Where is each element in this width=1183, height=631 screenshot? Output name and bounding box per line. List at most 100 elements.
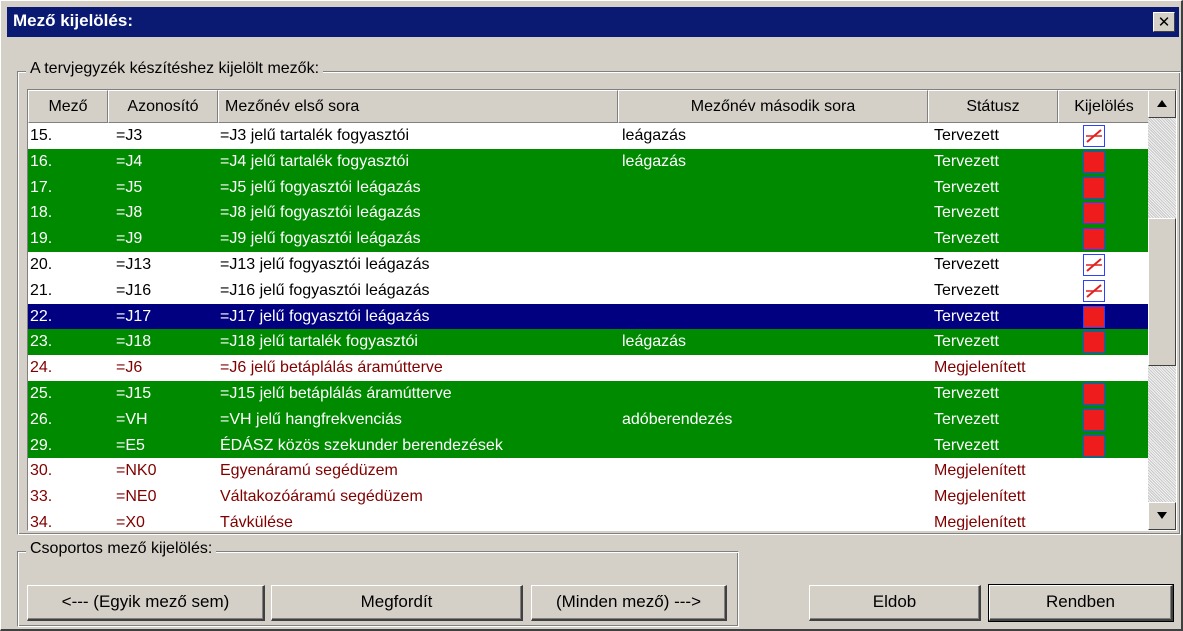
cell-field: 26. — [30, 410, 53, 428]
mark-unchecked-icon[interactable] — [1083, 125, 1105, 147]
cell-name1: =J5 jelű fogyasztói leágazás — [220, 178, 421, 196]
cell-name2: adóberendezés — [622, 410, 733, 428]
cell-name2 — [622, 226, 926, 252]
column-header-name1[interactable]: Mezőnév első sora — [218, 90, 618, 123]
table-row[interactable]: 33. =NE0 Váltakozóáramú segédüzem Megjelení… — [28, 484, 1150, 510]
mark-unchecked-icon[interactable] — [1083, 279, 1105, 302]
mark-checked-icon[interactable] — [1083, 331, 1105, 354]
table-row[interactable]: 20. =J13 =J13 jelű fogyasztói leágazás Terv… — [28, 251, 1150, 278]
table-row[interactable]: 17. =J5 =J5 jelű fogyasztói leágazás Tervez… — [28, 174, 1150, 201]
table-row[interactable]: 23. =J18 =J18 jelű tartalék fogyasztói leág… — [28, 329, 1150, 356]
cell-id: =J13 — [116, 255, 152, 273]
cell-id: =X0 — [116, 513, 145, 531]
dialog-title: Mező kijelölés: — [13, 11, 133, 30]
title-bar[interactable]: Mező kijelölés: ✕ — [7, 7, 1179, 37]
arrow-down-icon — [1157, 512, 1167, 519]
mark-unchecked-icon[interactable] — [1083, 253, 1105, 276]
cell-id: =NE0 — [116, 488, 157, 506]
cell-field: 17. — [30, 178, 53, 196]
column-header-mark[interactable]: Kijelölés — [1058, 90, 1150, 123]
cell-id: =E5 — [116, 436, 145, 454]
column-header-field[interactable]: Mező — [28, 90, 108, 123]
cell-name1: =VH jelű hangfrekvenciás — [220, 410, 402, 428]
mark-checked-icon[interactable] — [1083, 434, 1105, 457]
cell-name1: Távkülése — [220, 513, 293, 531]
cell-name2 — [622, 433, 926, 459]
mark-checked-icon[interactable] — [1083, 202, 1105, 225]
table-row[interactable]: 29. =E5 ÉDÁSZ közös szekunder berendezések… — [28, 432, 1150, 459]
column-header-id[interactable]: Azonosító — [108, 90, 218, 123]
close-button[interactable]: ✕ — [1153, 12, 1175, 32]
cell-status: Tervezett — [934, 255, 999, 273]
cell-status: Tervezett — [934, 281, 999, 299]
table-row[interactable]: 22. =J17 =J17 jelű fogyasztói leágazás Terv… — [28, 303, 1150, 330]
table-row[interactable]: 18. =J8 =J8 jelű fogyasztói leágazás Tervez… — [28, 200, 1150, 227]
strike-icon — [1086, 258, 1102, 272]
select-none-button[interactable]: <--- (Egyik mező sem) — [27, 585, 265, 621]
column-header-name2[interactable]: Mezőnév második sora — [618, 90, 928, 123]
table-row[interactable]: 19. =J9 =J9 jelű fogyasztói leágazás Tervez… — [28, 226, 1150, 252]
mark-checked-icon[interactable] — [1083, 382, 1105, 405]
cell-id: =J5 — [116, 178, 143, 196]
table-body: 15. =J3 =J3 jelű tartalék fogyasztói leágaz… — [28, 123, 1150, 531]
table-row[interactable]: 16. =J4 =J4 jelű tartalék fogyasztói leágaz… — [28, 148, 1150, 175]
scroll-down-button[interactable] — [1148, 502, 1176, 530]
cell-name1: Váltakozóáramú segédüzem — [220, 488, 423, 506]
cell-name1: =J18 jelű tartalék fogyasztói — [220, 333, 418, 351]
scroll-up-button[interactable] — [1148, 90, 1176, 118]
cell-name2 — [622, 252, 926, 278]
field-selection-dialog: Mező kijelölés: ✕ A tervjegyzék készítés… — [0, 0, 1183, 631]
mark-checked-icon[interactable] — [1083, 176, 1105, 199]
mark-checked-icon[interactable] — [1083, 408, 1105, 431]
fields-table[interactable]: Mező Azonosító Mezőnév első sora Mezőnév… — [27, 89, 1177, 531]
cell-field: 21. — [30, 281, 53, 299]
strike-icon — [1086, 129, 1102, 143]
cell-name2: leágazás — [622, 333, 687, 351]
cell-field: 30. — [30, 462, 53, 480]
cell-name1: =J8 jelű fogyasztói leágazás — [220, 204, 421, 222]
cell-field: 25. — [30, 384, 53, 402]
cell-name2 — [622, 175, 926, 201]
cell-id: =J3 — [116, 127, 143, 144]
cell-name1: Egyenáramú segédüzem — [220, 462, 398, 480]
cell-id: =J8 — [116, 204, 143, 222]
cell-id: =J17 — [116, 307, 152, 325]
cell-name1: =J17 jelű fogyasztói leágazás — [220, 307, 430, 325]
cell-name1: ÉDÁSZ közös szekunder berendezések — [220, 436, 503, 454]
table-row[interactable]: 34. =X0 Távkülése Megjelenített — [28, 509, 1150, 531]
table-row[interactable]: 24. =J6 =J6 jelű betáplálás áramútterve Meg… — [28, 355, 1150, 381]
cell-field: 20. — [30, 255, 53, 273]
cell-name1: =J6 jelű betáplálás áramútterve — [220, 359, 443, 377]
cell-status: Megjelenített — [934, 513, 1026, 531]
ok-button[interactable]: Rendben — [988, 584, 1174, 622]
close-icon: ✕ — [1157, 13, 1171, 31]
cell-status: Megjelenített — [934, 359, 1026, 377]
cell-field: 29. — [30, 436, 53, 454]
cell-status: Tervezett — [934, 178, 999, 196]
cell-id: =J6 — [116, 359, 143, 377]
table-row[interactable]: 26. =VH =VH jelű hangfrekvenciás adóberende… — [28, 406, 1150, 433]
invert-selection-button[interactable]: Megfordít — [271, 585, 523, 621]
table-row[interactable]: 21. =J16 =J16 jelű fogyasztói leágazás Terv… — [28, 277, 1150, 304]
cell-field: 22. — [30, 307, 53, 325]
scroll-thumb[interactable] — [1148, 218, 1176, 366]
cell-name2 — [622, 278, 926, 304]
cell-status: Tervezett — [934, 410, 999, 428]
select-all-button[interactable]: (Minden mező) ---> — [531, 585, 727, 621]
cell-name1: =J13 jelű fogyasztói leágazás — [220, 255, 430, 273]
table-row[interactable]: 15. =J3 =J3 jelű tartalék fogyasztói leágaz… — [28, 123, 1150, 149]
vertical-scrollbar[interactable] — [1148, 90, 1176, 530]
discard-button[interactable]: Eldob — [809, 585, 981, 621]
mark-checked-icon[interactable] — [1083, 228, 1105, 251]
mark-checked-icon[interactable] — [1083, 150, 1105, 173]
column-header-status[interactable]: Státusz — [928, 90, 1058, 123]
table-row[interactable]: 30. =NK0 Egyenáramú segédüzem Megjelenített — [28, 458, 1150, 485]
cell-status: Tervezett — [934, 384, 999, 402]
cell-field: 15. — [30, 127, 53, 144]
cell-field: 16. — [30, 152, 53, 170]
cell-id: =J9 — [116, 230, 143, 248]
table-header: Mező Azonosító Mezőnév első sora Mezőnév… — [28, 90, 1150, 123]
group-select-label: Csoportos mező kijelölés: — [26, 540, 217, 558]
table-row[interactable]: 25. =J15 =J15 jelű betáplálás áramútterve T… — [28, 380, 1150, 407]
mark-checked-icon[interactable] — [1083, 305, 1105, 328]
